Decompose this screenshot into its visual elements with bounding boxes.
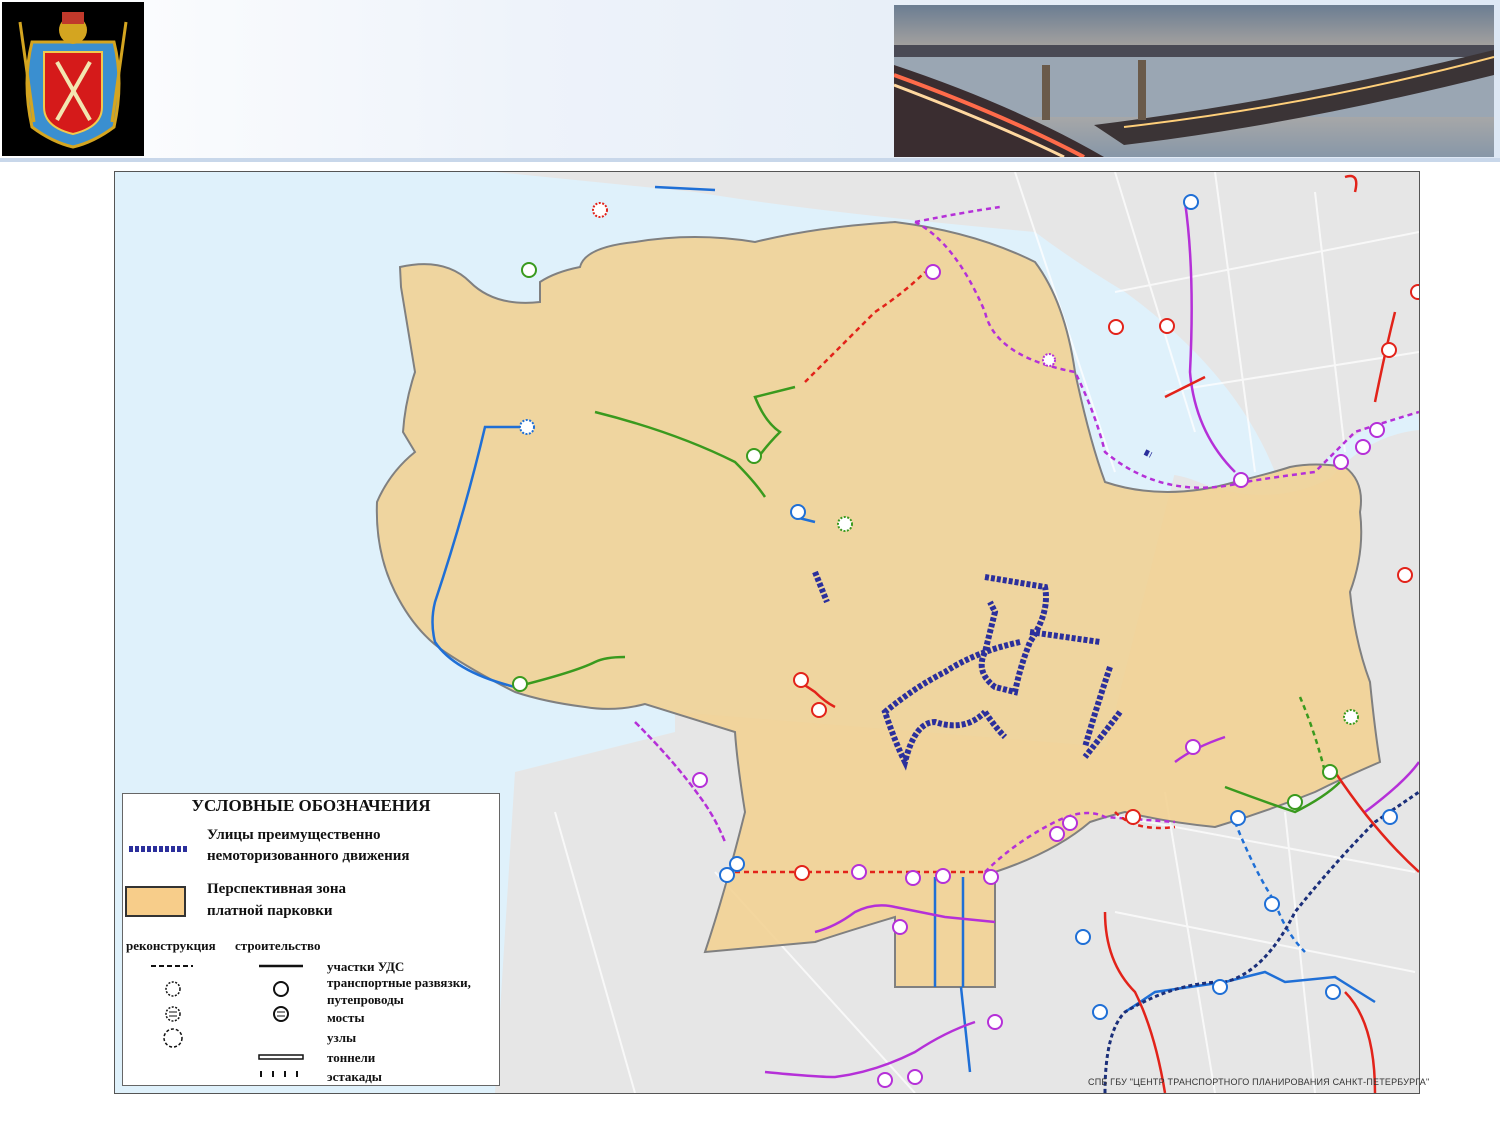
legend-interchanges-line1: транспортные развязки, — [327, 975, 471, 990]
legend-symbols — [151, 964, 304, 1077]
bridge-construction-icon — [273, 1006, 289, 1022]
legend-title: УСЛОВНЫЕ ОБОЗНАЧЕНИЯ — [191, 796, 431, 815]
tunnel-icon — [258, 1054, 304, 1060]
legend-tunnels: тоннели — [327, 1050, 376, 1065]
node-icon — [163, 1028, 183, 1048]
header-divider — [0, 158, 1500, 162]
interchange-construction-icon — [273, 981, 289, 997]
legend-pedestrian-line1: Улицы преимущественно — [207, 827, 381, 843]
pedestrian-legend-swatch — [129, 846, 189, 852]
overpass-icon — [260, 1071, 298, 1077]
legend-nodes: узлы — [327, 1030, 357, 1045]
map-legend: УСЛОВНЫЕ ОБОЗНАЧЕНИЯ Улицы преимуществен… — [122, 793, 500, 1086]
legend-parking-line1: Перспективная зона — [207, 881, 346, 897]
map-credit: СПБ ГБУ "ЦЕНТР ТРАНСПОРТНОГО ПЛАНИРОВАНИ… — [1088, 1077, 1430, 1087]
legend-parking-line2: платной парковки — [207, 903, 333, 919]
bridge-reconstruction-icon — [165, 1006, 181, 1022]
parking-legend-swatch — [125, 886, 186, 917]
legend-bridges: мосты — [327, 1010, 365, 1025]
city-panorama-photo — [894, 5, 1494, 157]
legend-roads: участки УДС — [327, 959, 405, 974]
coat-of-arms-icon — [2, 2, 144, 156]
legend-col-construction: строительство — [235, 938, 321, 953]
land-west-port — [495, 732, 695, 1093]
legend-pedestrian-line2: немоторизованного движения — [207, 848, 410, 864]
legend-interchanges-line2: путепроводы — [327, 992, 404, 1007]
legend-overpasses: эстакады — [327, 1069, 382, 1084]
interchange-reconstruction-icon — [165, 981, 181, 997]
legend-col-reconstruction: реконструкция — [126, 938, 216, 953]
